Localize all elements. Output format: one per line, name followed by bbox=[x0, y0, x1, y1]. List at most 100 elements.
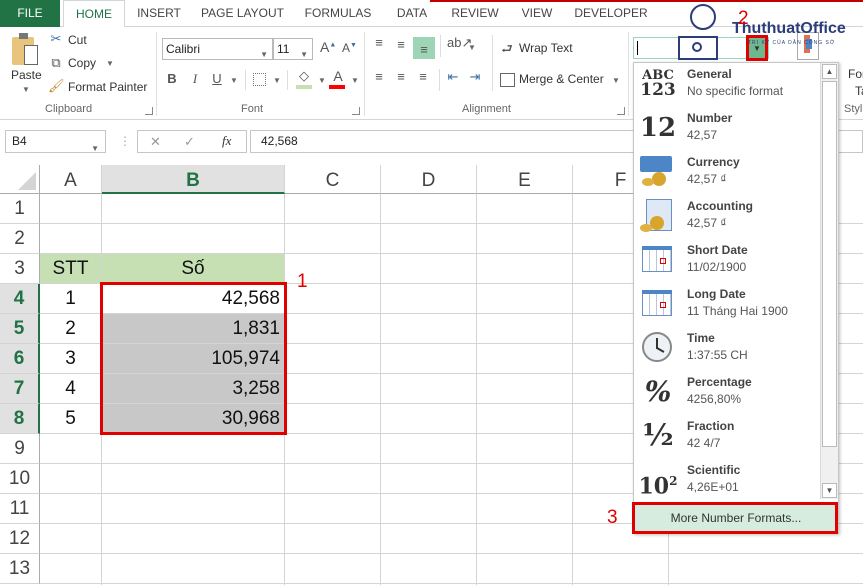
tab-insert[interactable]: INSERT bbox=[130, 0, 188, 27]
fill-color-dropdown-icon[interactable]: ▼ bbox=[318, 76, 326, 85]
tab-developer[interactable]: DEVELOPER bbox=[570, 0, 652, 27]
cut-button[interactable]: Cut bbox=[68, 33, 87, 47]
scissors-icon: ✂ bbox=[50, 31, 62, 46]
format-option-time[interactable]: Time 1:37:55 CH bbox=[634, 327, 820, 371]
copy-button[interactable]: Copy bbox=[68, 56, 96, 70]
format-option-preview: 42 4/7 bbox=[687, 436, 721, 450]
tab-file[interactable]: FILE bbox=[0, 0, 60, 27]
font-color-dropdown-icon[interactable]: ▼ bbox=[351, 76, 359, 85]
column-header-c[interactable]: C bbox=[285, 165, 381, 194]
bottom-align-button[interactable]: ≡ bbox=[413, 37, 435, 59]
row-header-5[interactable]: 5 bbox=[0, 314, 40, 344]
format-painter-button[interactable]: Format Painter bbox=[68, 80, 147, 94]
underline-button[interactable]: U bbox=[211, 71, 223, 86]
row-header-2[interactable]: 2 bbox=[0, 224, 40, 254]
format-option-scientific[interactable]: 102 Scientific 4,26E+01 bbox=[634, 459, 820, 503]
row-header-1[interactable]: 1 bbox=[0, 194, 40, 224]
format-option-percentage[interactable]: % Percentage 4256,80% bbox=[634, 371, 820, 415]
tab-view[interactable]: VIEW bbox=[515, 0, 559, 27]
bold-button[interactable]: B bbox=[166, 71, 178, 86]
row-header-12[interactable]: 12 bbox=[0, 524, 40, 554]
name-box[interactable]: B4 ▼ bbox=[5, 130, 106, 153]
cell-a8[interactable]: 5 bbox=[40, 404, 102, 434]
row-header-10[interactable]: 10 bbox=[0, 464, 40, 494]
merge-center-button[interactable]: Merge & Center bbox=[519, 72, 604, 86]
format-option-short-date[interactable]: Short Date 11/02/1900 bbox=[634, 239, 820, 283]
format-as-table-partial[interactable]: For bbox=[848, 67, 863, 81]
cell-a7[interactable]: 4 bbox=[40, 374, 102, 404]
column-header-a[interactable]: A bbox=[40, 165, 102, 194]
top-align-icon[interactable]: ≡ bbox=[370, 35, 388, 50]
tab-page-layout[interactable]: PAGE LAYOUT bbox=[195, 0, 290, 27]
column-header-b[interactable]: B bbox=[102, 165, 285, 194]
font-launcher-icon[interactable] bbox=[352, 107, 360, 115]
scroll-down-icon[interactable]: ▼ bbox=[822, 483, 837, 498]
formula-bar-grip-icon[interactable]: ⋮ bbox=[119, 134, 131, 148]
copy-dropdown-icon[interactable]: ▼ bbox=[106, 59, 114, 68]
align-center-icon[interactable]: ≡ bbox=[392, 69, 410, 84]
increase-font-size-icon[interactable]: A▲ bbox=[320, 39, 336, 55]
orientation-icon[interactable]: ab↗ bbox=[447, 35, 472, 51]
tab-data[interactable]: DATA bbox=[388, 0, 436, 27]
wrap-text-button[interactable]: Wrap Text bbox=[519, 41, 573, 55]
format-option-currency[interactable]: Currency 42,57 ₫ bbox=[634, 151, 820, 195]
row-header-4[interactable]: 4 bbox=[0, 284, 40, 314]
borders-icon[interactable] bbox=[253, 73, 266, 86]
table-partial[interactable]: Ta bbox=[855, 84, 863, 98]
fill-color-icon[interactable]: ◇ bbox=[296, 68, 312, 84]
row-header-3[interactable]: 3 bbox=[0, 254, 40, 284]
middle-align-icon[interactable]: ≡ bbox=[392, 37, 410, 52]
alignment-launcher-icon[interactable] bbox=[617, 107, 625, 115]
merge-dropdown-icon[interactable]: ▼ bbox=[612, 76, 620, 85]
decrease-indent-icon[interactable]: ⇤ bbox=[444, 69, 462, 85]
italic-button[interactable]: I bbox=[189, 71, 201, 87]
font-name-select[interactable]: Calibri ▼ bbox=[162, 38, 273, 60]
cell-a6[interactable]: 3 bbox=[40, 344, 102, 374]
format-option-title: Accounting bbox=[687, 199, 753, 213]
format-option-accounting[interactable]: Accounting 42,57 ₫ bbox=[634, 195, 820, 239]
format-option-title: Scientific bbox=[687, 463, 741, 477]
insert-function-icon[interactable]: fx bbox=[222, 133, 231, 149]
tab-home[interactable]: HOME bbox=[63, 0, 125, 28]
font-color-icon[interactable]: A bbox=[330, 68, 346, 84]
enter-icon[interactable]: ✓ bbox=[184, 134, 195, 150]
select-all-button[interactable] bbox=[0, 165, 40, 194]
font-size-select[interactable]: 11 ▼ bbox=[273, 38, 313, 60]
orientation-dropdown-icon[interactable]: ▼ bbox=[468, 43, 476, 52]
row-header-9[interactable]: 9 bbox=[0, 434, 40, 464]
paste-dropdown-icon[interactable]: ▼ bbox=[22, 85, 30, 94]
tab-review[interactable]: REVIEW bbox=[445, 0, 505, 27]
menu-scrollbar[interactable]: ▲ ▼ bbox=[820, 63, 838, 499]
column-header-e[interactable]: E bbox=[477, 165, 573, 194]
align-left-icon[interactable]: ≡ bbox=[370, 69, 388, 84]
scroll-up-icon[interactable]: ▲ bbox=[822, 64, 837, 79]
cell-a5[interactable]: 2 bbox=[40, 314, 102, 344]
format-option-general[interactable]: ABC 123 General No specific format bbox=[634, 63, 820, 107]
cancel-icon[interactable]: ✕ bbox=[150, 134, 161, 150]
scroll-thumb[interactable] bbox=[822, 81, 837, 447]
underline-dropdown-icon[interactable]: ▼ bbox=[230, 76, 238, 85]
increase-indent-icon[interactable]: ⇥ bbox=[466, 69, 484, 85]
row-header-6[interactable]: 6 bbox=[0, 344, 40, 374]
row-header-11[interactable]: 11 bbox=[0, 494, 40, 524]
paste-button[interactable]: Paste bbox=[11, 68, 42, 82]
format-option-long-date[interactable]: Long Date 11 Tháng Hai 1900 bbox=[634, 283, 820, 327]
row-header-7[interactable]: 7 bbox=[0, 374, 40, 404]
row-header-8[interactable]: 8 bbox=[0, 404, 40, 434]
borders-dropdown-icon[interactable]: ▼ bbox=[273, 76, 281, 85]
tab-formulas[interactable]: FORMULAS bbox=[298, 0, 378, 27]
decrease-font-size-icon[interactable]: A▼ bbox=[342, 41, 357, 55]
watermark-brand: ThuthuatOffice bbox=[732, 20, 846, 37]
format-painter-icon: 🖌 bbox=[48, 78, 65, 93]
clipboard-launcher-icon[interactable] bbox=[145, 107, 153, 115]
cell-a3[interactable]: STT bbox=[40, 254, 102, 284]
row-header-13[interactable]: 13 bbox=[0, 554, 40, 584]
cell-b3[interactable]: Số bbox=[102, 254, 285, 284]
format-option-number[interactable]: 12 Number 42,57 bbox=[634, 107, 820, 151]
cell-a4[interactable]: 1 bbox=[40, 284, 102, 314]
formula-buttons: ✕ ✓ fx bbox=[137, 130, 247, 153]
align-right-icon[interactable]: ≡ bbox=[414, 69, 432, 84]
accounting-format-icon bbox=[638, 198, 678, 234]
format-option-fraction[interactable]: ½ Fraction 42 4/7 bbox=[634, 415, 820, 459]
column-header-d[interactable]: D bbox=[381, 165, 477, 194]
